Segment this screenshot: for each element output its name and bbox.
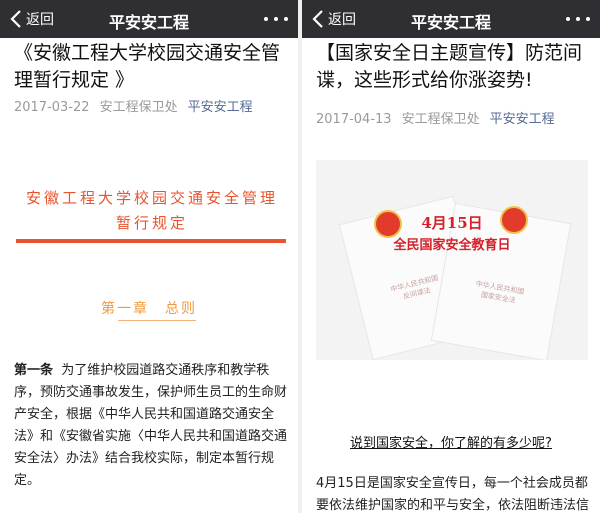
clause-text: 为了维护校园道路交通秩序和教学秩序，预防交通事故发生，保护师生员工的生命财产安全…: [14, 363, 288, 488]
body-paragraph: 4月15日是国家安全宣传日，每一个社会成员都要依法维护国家的和平与安全，依法阻断…: [316, 476, 590, 513]
article-author: 安工程保卫处: [401, 112, 480, 127]
doc-heading: 安徽工程大学校园交通安全管理暂行规定: [25, 189, 278, 232]
article-title: 《安徽工程大学校园交通安全管理暂行规定 》: [14, 42, 281, 91]
navbar: 返回 平安安工程: [0, 0, 298, 38]
hero-image[interactable]: 中华人民共和国 反间谍法 中华人民共和国 国家安全法 4月15日 全民国家安全教…: [316, 160, 588, 360]
navbar: 返回 平安安工程: [302, 0, 600, 38]
article-date: 2017-03-22: [14, 100, 90, 115]
clause-label: 第一条: [14, 363, 54, 378]
chapter-heading: 第一章 总则: [101, 301, 197, 317]
left-article-panel: 返回 平安安工程 《安徽工程大学校园交通安全管理暂行规定 》 2017-03-2…: [0, 0, 298, 513]
clause-paragraph: 第一条 为了维护校园道路交通秩序和教学秩序，预防交通事故发生，保护师生员工的生命…: [14, 360, 292, 492]
image-caption: 说到国家安全，你了解的有多少呢?: [350, 436, 552, 451]
account-link[interactable]: 平安安工程: [188, 100, 253, 115]
nav-title: 平安安工程: [410, 13, 491, 32]
heading-divider: [16, 239, 286, 243]
article-author: 安工程保卫处: [99, 100, 178, 115]
article-meta: 2017-03-22 安工程保卫处 平安安工程: [14, 96, 253, 115]
nav-title: 平安安工程: [108, 13, 189, 32]
article-date: 2017-04-13: [316, 112, 392, 127]
more-dots-icon[interactable]: [264, 10, 288, 28]
law-book-right-title: 中华人民共和国 国家安全法: [475, 279, 525, 305]
hero-date: 4月15日: [421, 214, 483, 232]
hero-event: 全民国家安全教育日: [393, 238, 511, 253]
more-dots-icon[interactable]: [566, 10, 590, 28]
right-article-panel: 返回 平安安工程 【国家安全日主题宣传】防范间谍，这些形式给你涨姿势! 2017…: [302, 0, 600, 513]
article-meta: 2017-04-13 安工程保卫处 平安安工程: [316, 108, 555, 127]
article-title: 【国家安全日主题宣传】防范间谍，这些形式给你涨姿势!: [316, 42, 583, 91]
account-link[interactable]: 平安安工程: [490, 112, 555, 127]
chapter-underline: [118, 320, 196, 321]
